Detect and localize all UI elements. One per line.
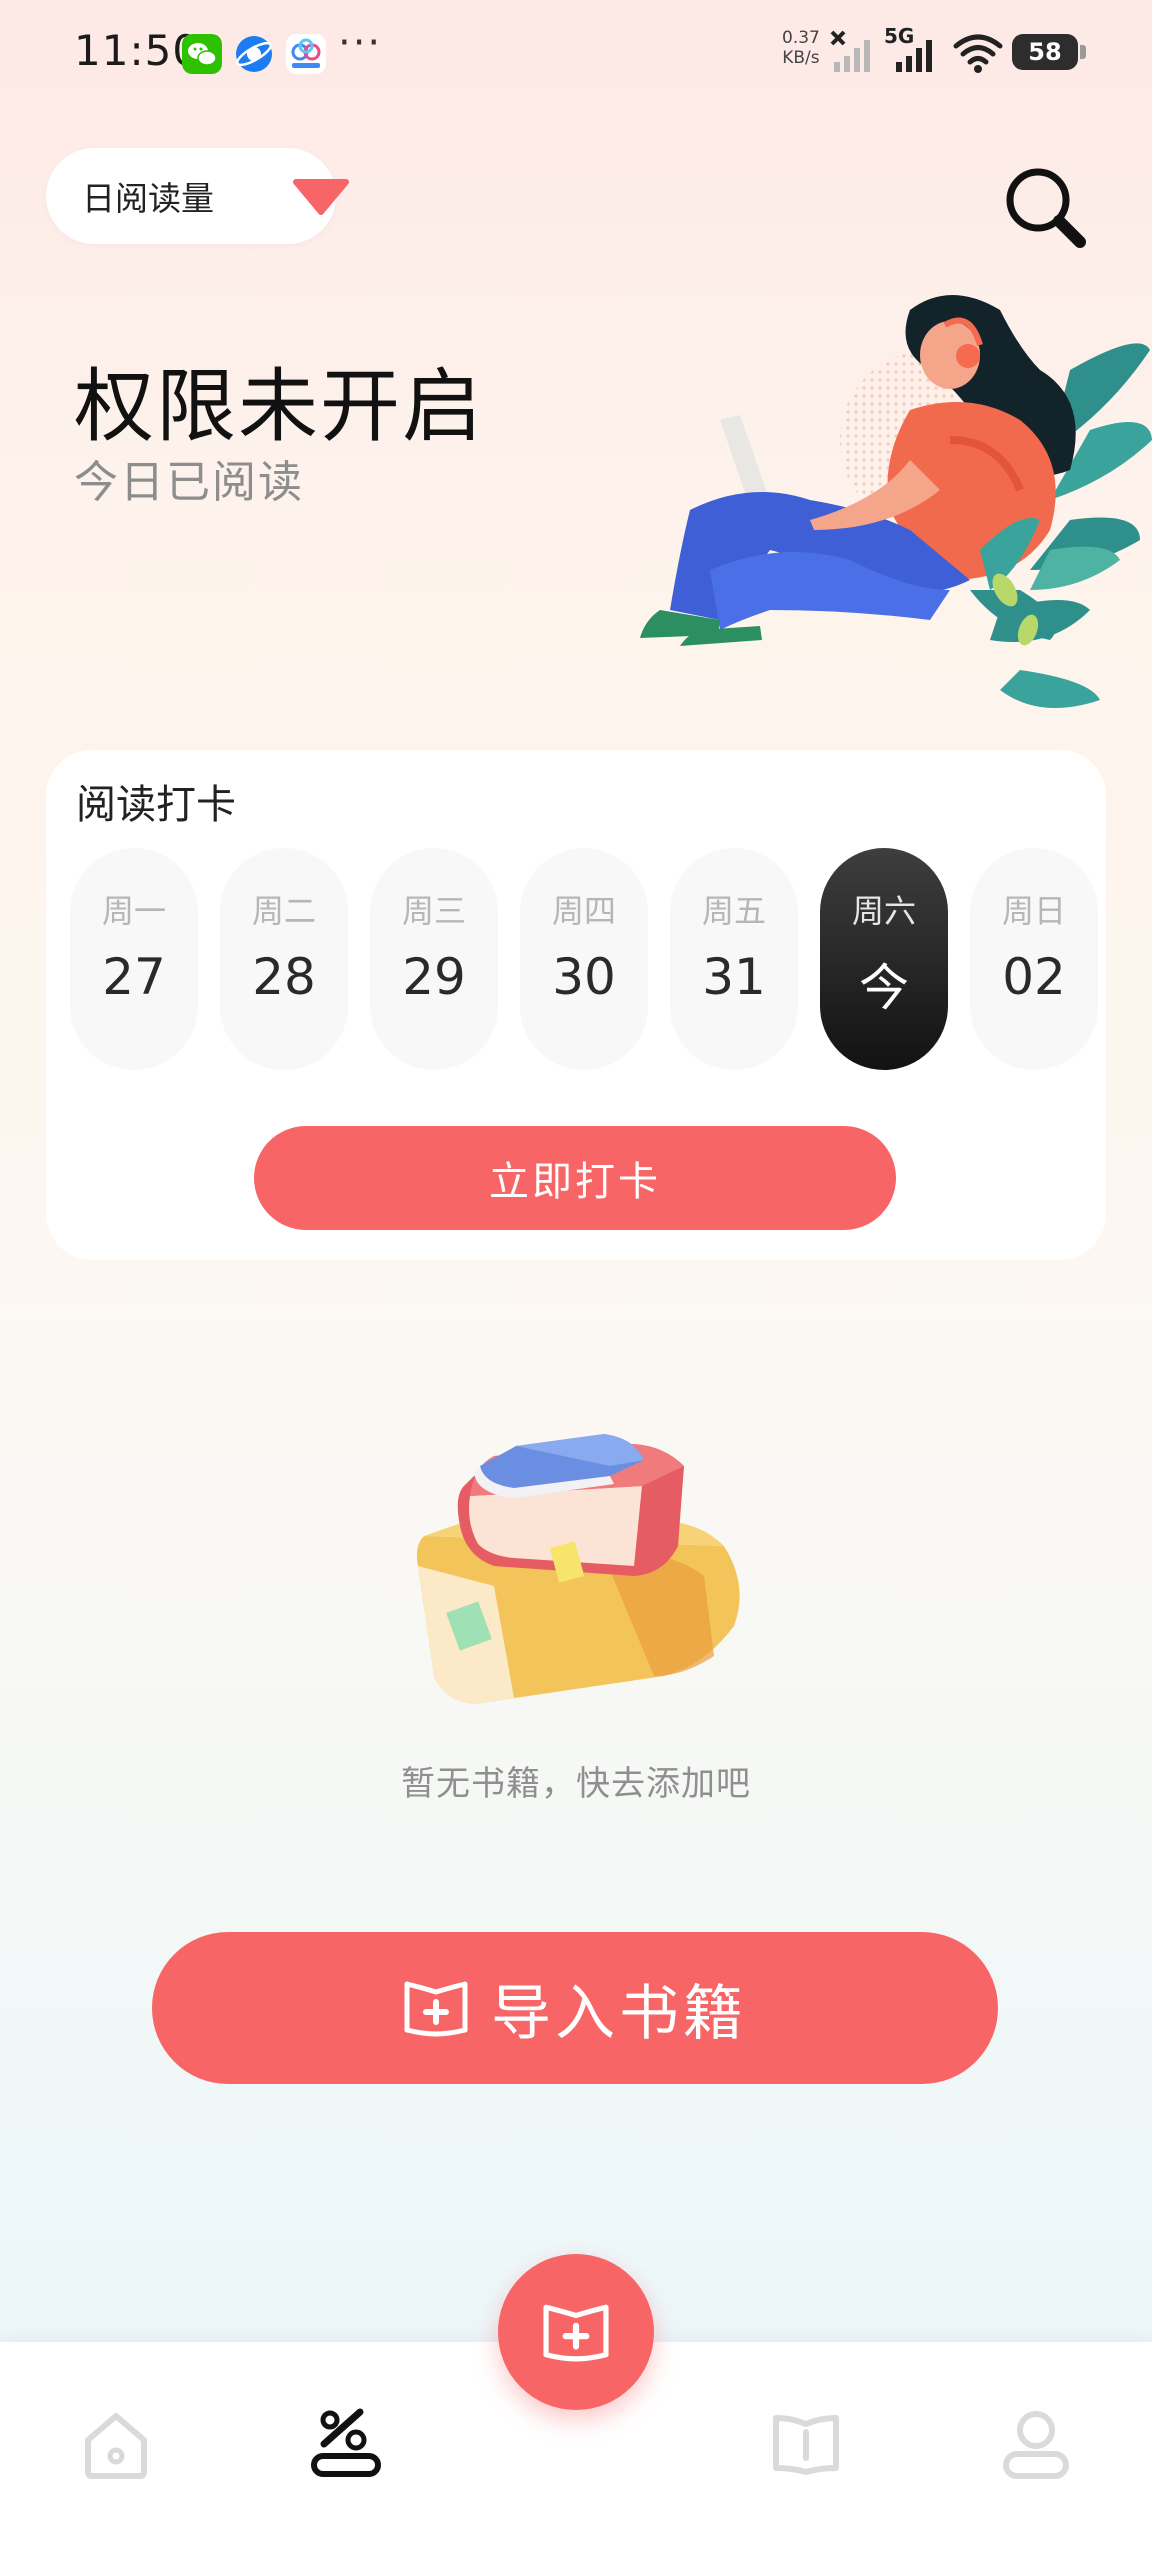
- books-stack-illustration: [416, 1434, 740, 1704]
- battery-tip: [1080, 45, 1086, 59]
- day-item-tue[interactable]: 周二 28: [220, 848, 348, 1070]
- wifi-icon: [953, 34, 1003, 73]
- day-date: 31: [702, 948, 766, 1006]
- browser-icon: [236, 36, 272, 72]
- checkin-now-button[interactable]: 立即打卡: [254, 1126, 896, 1230]
- import-books-button[interactable]: 导入书籍: [152, 1932, 998, 2084]
- discount-icon[interactable]: [306, 2404, 386, 2484]
- checkin-title: 阅读打卡: [76, 782, 236, 828]
- daily-reading-label: 日阅读量: [82, 179, 214, 218]
- add-book-icon: [543, 2304, 609, 2362]
- day-item-fri[interactable]: 周五 31: [670, 848, 798, 1070]
- book-icon[interactable]: [766, 2404, 846, 2484]
- day-item-thu[interactable]: 周四 30: [520, 848, 648, 1070]
- day-date: 28: [252, 948, 316, 1006]
- permission-status-title: 权限未开启: [74, 360, 484, 453]
- add-book-fab[interactable]: [498, 2254, 654, 2410]
- search-icon[interactable]: [998, 160, 1094, 256]
- day-date: 今: [859, 959, 909, 1017]
- net-speed: 0.37 KB/s: [782, 28, 820, 68]
- add-book-icon: [404, 1981, 468, 2037]
- day-date: 02: [1002, 948, 1066, 1006]
- reading-checkin-card: 阅读打卡 周一 27 周二 28 周三 29 周四 30 周五 31 周六 今 …: [46, 750, 1106, 1260]
- day-date: 27: [102, 948, 166, 1006]
- day-item-mon[interactable]: 周一 27: [70, 848, 198, 1070]
- import-books-label: 导入书籍: [491, 1979, 747, 2047]
- day-date: 30: [552, 948, 616, 1006]
- day-weekday: 周六: [851, 892, 916, 930]
- day-weekday: 周二: [251, 892, 316, 930]
- day-date: 29: [402, 948, 466, 1006]
- status-bar: 11:50 ··· 0.37 KB/s 5G 58: [0, 0, 1152, 110]
- profile-icon[interactable]: [996, 2404, 1076, 2484]
- more-notifications-icon: ···: [338, 20, 383, 66]
- day-weekday: 周五: [701, 892, 766, 930]
- signal-sim1-icon: [830, 30, 870, 72]
- empty-state-text: 暂无书籍，快去添加吧: [401, 1764, 751, 1804]
- net-speed-value: 0.37: [782, 28, 820, 48]
- wechat-icon: [182, 34, 222, 74]
- day-item-sun[interactable]: 周日 02: [970, 848, 1098, 1070]
- day-item-wed[interactable]: 周三 29: [370, 848, 498, 1070]
- day-weekday: 周一: [101, 892, 166, 930]
- today-read-subtitle: 今日已阅读: [74, 457, 304, 508]
- triangle-down-icon: [293, 179, 349, 215]
- day-weekday: 周日: [1001, 892, 1066, 930]
- day-weekday: 周四: [551, 892, 616, 930]
- home-icon[interactable]: [76, 2404, 156, 2484]
- signal-sim2-icon: [896, 40, 932, 72]
- day-weekday: 周三: [401, 892, 466, 930]
- daily-reading-selector[interactable]: 日阅读量: [46, 148, 349, 244]
- baidu-netdisk-icon: [286, 34, 326, 74]
- reading-woman-illustration: [640, 295, 1152, 708]
- net-speed-unit: KB/s: [782, 48, 820, 68]
- battery-indicator: 58: [1012, 34, 1078, 70]
- day-item-sat-today[interactable]: 周六 今: [820, 848, 948, 1070]
